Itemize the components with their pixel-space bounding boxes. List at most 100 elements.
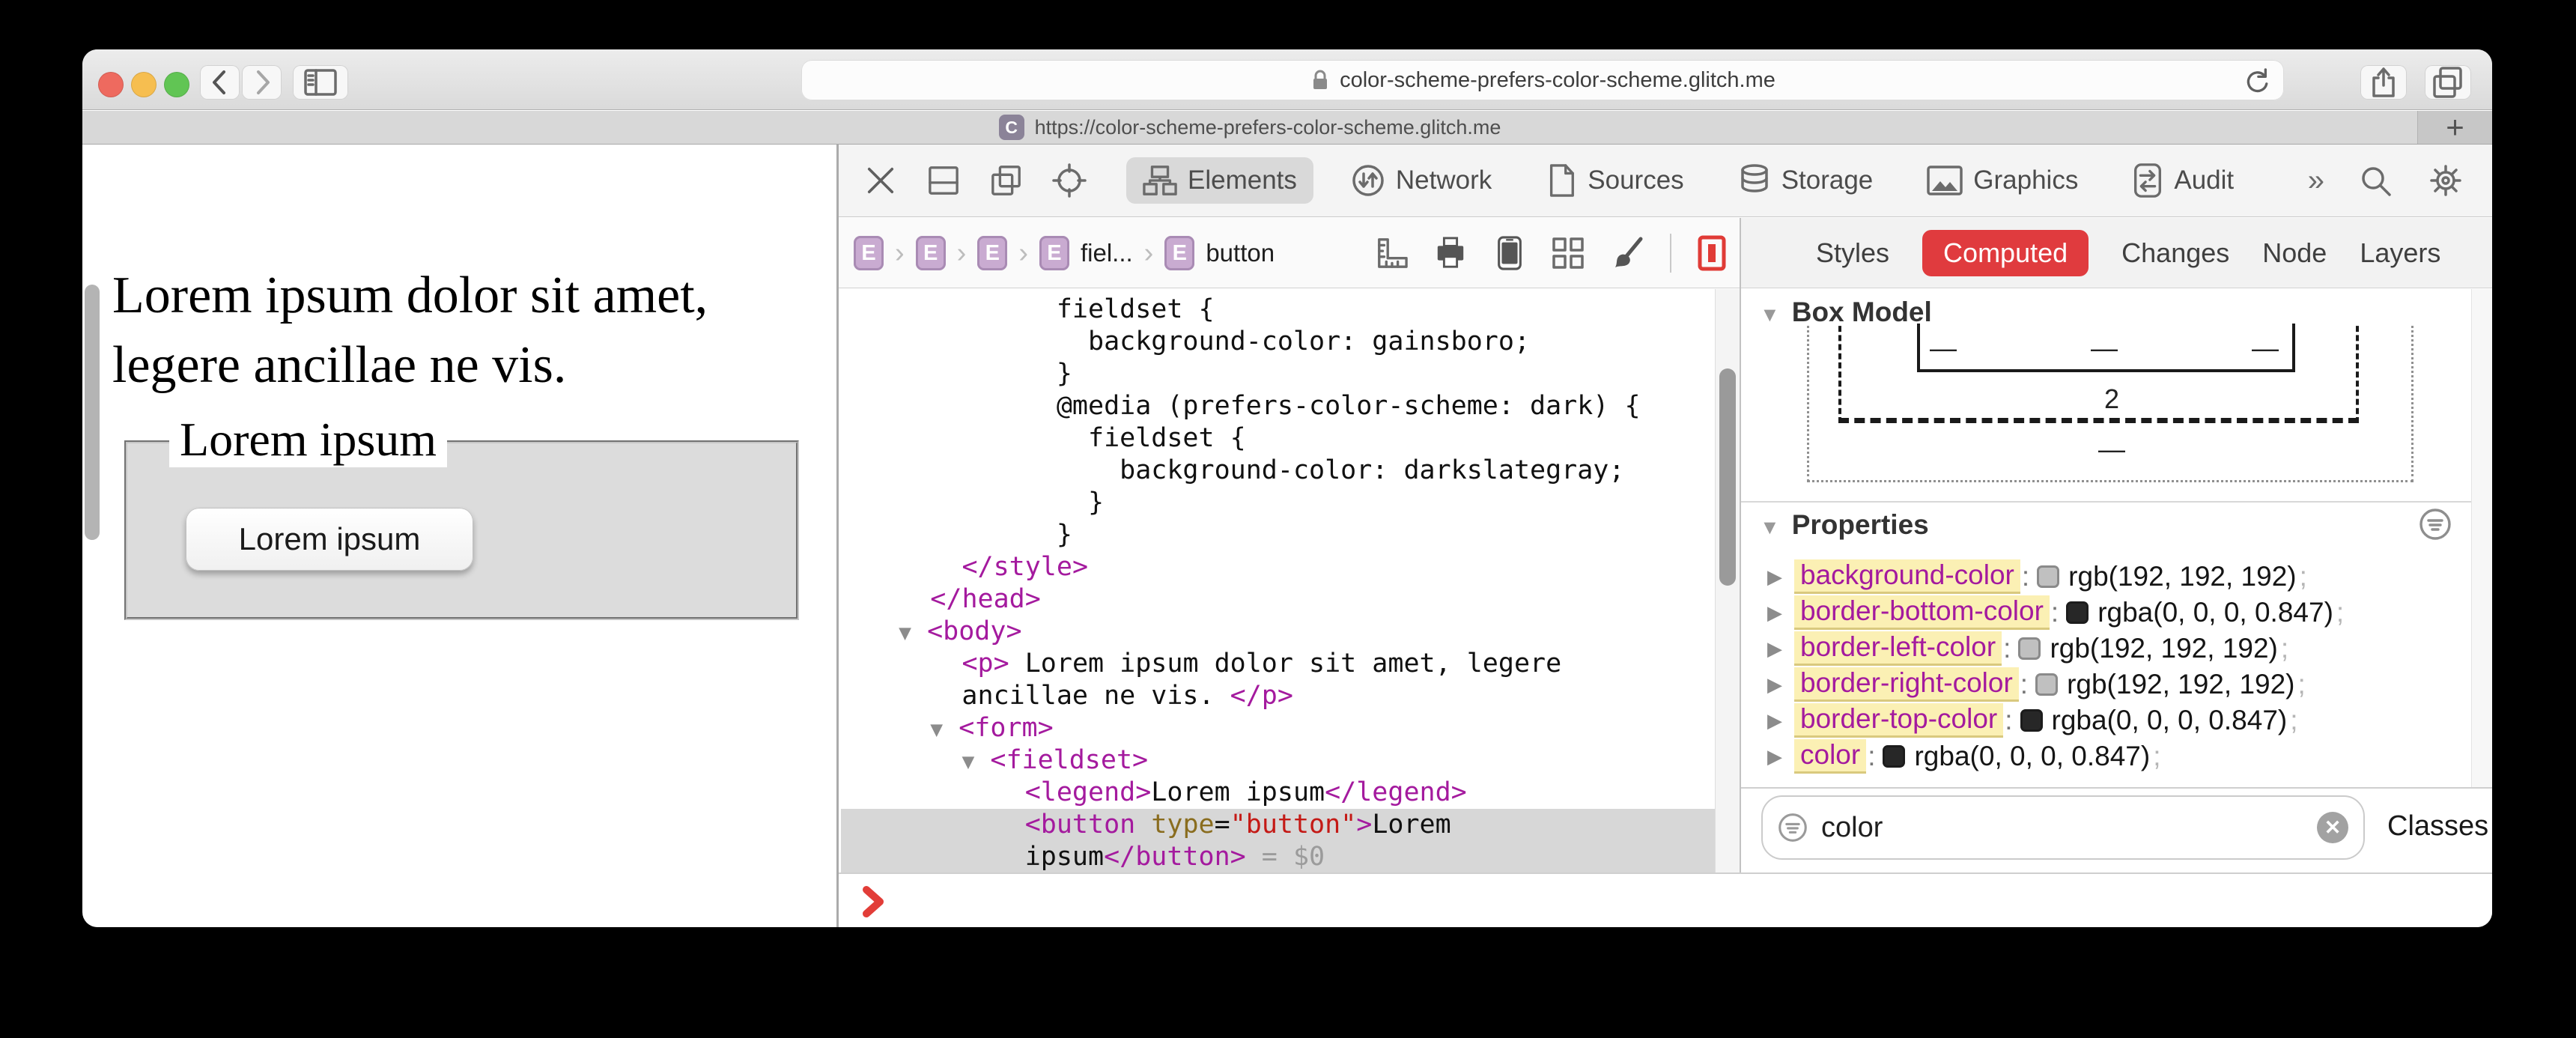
reload-button[interactable] [2242, 67, 2270, 96]
devtools-tab-storage[interactable]: Storage [1722, 156, 1890, 205]
sidebar-tab-changes[interactable]: Changes [2121, 237, 2229, 269]
print-styles-button[interactable] [1433, 237, 1468, 270]
property-filter-input[interactable]: color ✕ [1761, 795, 2365, 860]
new-tab-button[interactable]: + [2417, 109, 2492, 145]
dom-node-line[interactable]: fieldset { [841, 422, 1715, 455]
tab-overview-button[interactable] [2425, 65, 2471, 100]
dom-node-line[interactable]: } [841, 358, 1715, 390]
sidebar-tab-styles[interactable]: Styles [1816, 237, 1889, 269]
forward-button[interactable] [242, 65, 282, 100]
sidebar-tab-layers[interactable]: Layers [2360, 237, 2440, 269]
active-tab[interactable]: C https://color-scheme-prefers-color-sch… [82, 111, 2417, 144]
breadcrumb-element-badge[interactable]: E [1164, 236, 1195, 270]
property-name[interactable]: border-left-color [1794, 631, 2002, 666]
breadcrumb-element-badge[interactable]: E [977, 236, 1008, 270]
console-prompt-bar[interactable] [839, 872, 2492, 927]
detach-devtools-button[interactable] [987, 161, 1026, 200]
color-swatch[interactable] [1883, 745, 1906, 768]
element-highlight-button[interactable] [1697, 234, 1727, 272]
dom-node-line[interactable]: ▼ <fieldset> [841, 744, 1715, 777]
sidebar-tab-node[interactable]: Node [2262, 237, 2327, 269]
dom-node-line[interactable]: ancillae ne vis. </p> [841, 680, 1715, 712]
properties-filter-button[interactable] [2419, 508, 2452, 541]
page-button[interactable]: Lorem ipsum [186, 508, 473, 571]
dom-node-selected[interactable]: ipsum</button> = $0 [841, 841, 1715, 872]
box-model-value[interactable]: — [2252, 333, 2279, 364]
devtools-tab-graphics[interactable]: Graphics [1910, 157, 2094, 204]
settings-button[interactable] [2426, 161, 2465, 200]
devtools-tab-audit[interactable]: Audit [2115, 155, 2250, 206]
share-button[interactable] [2360, 65, 2407, 100]
dom-node-line[interactable]: background-color: gainsboro; [841, 326, 1715, 358]
device-mode-button[interactable] [1493, 236, 1526, 270]
code-scrollbar-thumb[interactable] [1719, 368, 1736, 586]
color-swatch[interactable] [2037, 565, 2060, 588]
devtools-tab-network[interactable]: Network [1334, 156, 1508, 205]
clear-filter-button[interactable]: ✕ [2317, 812, 2348, 843]
color-swatch[interactable] [2018, 637, 2041, 660]
dom-node-line[interactable]: ▼ <body> [841, 616, 1715, 648]
close-window-button[interactable] [98, 72, 124, 97]
sidebar-tab-computed[interactable]: Computed [1922, 229, 2089, 276]
dock-bottom-button[interactable] [924, 161, 963, 200]
dom-node-line[interactable]: fieldset { [841, 294, 1715, 326]
paint-flashing-button[interactable] [1610, 236, 1644, 270]
breadcrumb-element-label[interactable]: button [1206, 239, 1275, 267]
classes-toggle[interactable]: Classes [2387, 810, 2488, 843]
devtools-tab-elements[interactable]: Elements [1126, 157, 1313, 204]
dom-node-line[interactable]: </style> [841, 551, 1715, 583]
element-picker-button[interactable] [1050, 161, 1089, 200]
disclosure-triangle-icon[interactable]: ▶ [1767, 673, 1794, 696]
dom-node-line[interactable]: <p> Lorem ipsum dolor sit amet, legere [841, 648, 1715, 680]
property-row[interactable]: ▶ background-color: rgb(192, 192, 192); [1741, 559, 2460, 595]
sidebar-toggle-button[interactable] [293, 65, 348, 100]
dom-node-line[interactable]: } [841, 487, 1715, 519]
panel-scrollbar-thumb[interactable] [85, 285, 100, 540]
address-bar[interactable]: color-scheme-prefers-color-scheme.glitch… [801, 60, 2284, 100]
color-swatch[interactable] [2066, 601, 2089, 624]
property-name[interactable]: background-color [1794, 559, 2020, 594]
zoom-window-button[interactable] [164, 72, 189, 97]
color-swatch[interactable] [2020, 709, 2043, 732]
dom-node-line[interactable]: </head> [841, 583, 1715, 616]
properties-header[interactable]: ▼ Properties [1760, 509, 1929, 541]
more-tabs-button[interactable]: » [2308, 164, 2324, 198]
property-row[interactable]: ▶ border-top-color: rgba(0, 0, 0, 0.847); [1741, 702, 2460, 738]
dom-node-line[interactable]: <legend>Lorem ipsum</legend> [841, 777, 1715, 809]
property-row[interactable]: ▶ border-right-color: rgb(192, 192, 192); [1741, 667, 2460, 702]
dom-node-line[interactable]: } [841, 519, 1715, 551]
dom-node-line[interactable]: @media (prefers-color-scheme: dark) { [841, 390, 1715, 422]
property-name[interactable]: border-top-color [1794, 703, 2004, 738]
box-model-border-bottom-value[interactable]: 2 [2104, 383, 2119, 415]
close-devtools-button[interactable] [861, 161, 900, 200]
code-scrollbar[interactable] [1715, 289, 1740, 872]
dom-node-selected[interactable]: <button type="button">Lorem [841, 809, 1715, 841]
box-model-value[interactable]: — [1930, 333, 1957, 364]
property-name[interactable]: border-bottom-color [1794, 595, 2050, 630]
disclosure-triangle-icon[interactable]: ▶ [1767, 709, 1794, 732]
dom-node-line[interactable]: ▼ <form> [841, 712, 1715, 744]
back-button[interactable] [200, 65, 240, 100]
property-name[interactable]: border-right-color [1794, 667, 2019, 702]
color-swatch[interactable] [2035, 673, 2059, 696]
breadcrumb-element-badge[interactable]: E [854, 236, 884, 270]
breadcrumb-element-label[interactable]: fiel... [1081, 239, 1133, 267]
panel-scrollbar[interactable] [2471, 289, 2492, 788]
grid-overlay-button[interactable] [1552, 237, 1585, 270]
property-row[interactable]: ▶ color: rgba(0, 0, 0, 0.847); [1741, 738, 2460, 774]
disclosure-triangle-icon[interactable]: ▶ [1767, 745, 1794, 768]
devtools-tab-sources[interactable]: Sources [1529, 156, 1700, 205]
property-row[interactable]: ▶ border-bottom-color: rgba(0, 0, 0, 0.847… [1741, 595, 2460, 631]
disclosure-triangle-icon[interactable]: ▶ [1767, 565, 1794, 589]
dom-node-line[interactable]: background-color: darkslategray; [841, 455, 1715, 487]
disclosure-triangle-icon[interactable]: ▶ [1767, 637, 1794, 661]
minimize-window-button[interactable] [131, 72, 157, 97]
breadcrumb-element-badge[interactable]: E [1039, 236, 1069, 270]
search-button[interactable] [2356, 161, 2395, 200]
property-row[interactable]: ▶ border-left-color: rgb(192, 192, 192); [1741, 631, 2460, 667]
property-name[interactable]: color [1794, 739, 1867, 774]
breadcrumb-element-badge[interactable]: E [915, 236, 946, 270]
box-model-value[interactable]: — [2098, 434, 2125, 465]
box-model-value[interactable]: — [2091, 333, 2118, 364]
ruler-button[interactable] [1375, 237, 1408, 270]
